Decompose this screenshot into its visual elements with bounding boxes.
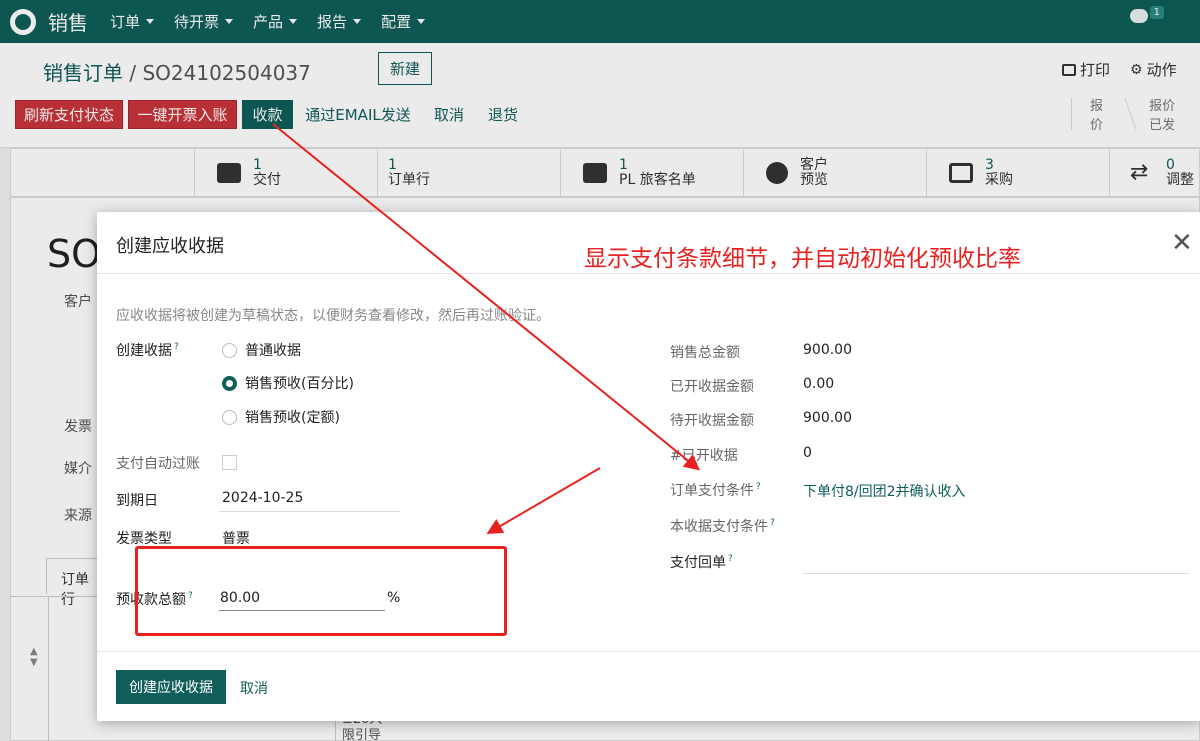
arrow-line <box>486 467 601 535</box>
arrow-line <box>272 123 701 471</box>
annotation-arrows <box>272 123 701 535</box>
